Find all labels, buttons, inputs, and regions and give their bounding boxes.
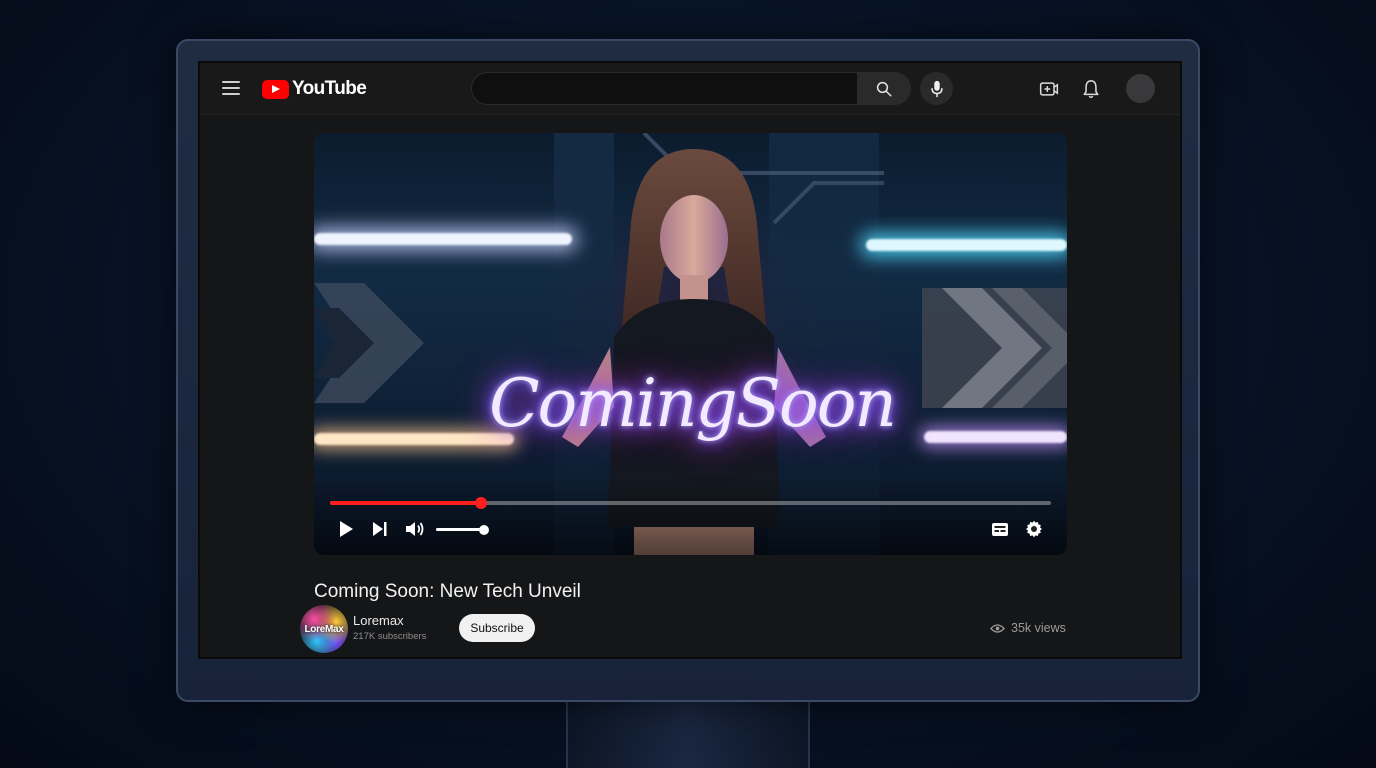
youtube-logo[interactable]: YouTube: [262, 78, 367, 100]
skip-next-icon: [373, 522, 387, 536]
subtitles-icon: [992, 522, 1008, 536]
volume-slider[interactable]: [436, 524, 489, 535]
bell-icon[interactable]: [1080, 78, 1102, 100]
background-chevron-graphic: [314, 283, 424, 403]
subtitles-button[interactable]: [990, 519, 1010, 539]
play-button[interactable]: [336, 519, 356, 539]
neon-sign-text: ComingSoon: [489, 365, 897, 442]
channel-avatar[interactable]: LoreMax: [300, 605, 348, 653]
volume-slider-handle[interactable]: [478, 524, 489, 535]
channel-name[interactable]: Loremax: [353, 613, 404, 628]
menu-icon[interactable]: [222, 81, 240, 95]
next-button[interactable]: [370, 519, 390, 539]
search-bar: [471, 72, 911, 105]
video-title: Coming Soon: New Tech Unveil: [314, 581, 581, 602]
top-bar: YouTube: [200, 63, 1180, 115]
volume-icon: [406, 522, 424, 536]
voice-search-button[interactable]: [920, 72, 953, 105]
view-count: 35k views: [990, 621, 1066, 635]
progress-bar[interactable]: [330, 497, 1051, 509]
search-icon: [876, 81, 892, 96]
neon-light-tube: [866, 239, 1067, 251]
gear-icon: [1026, 520, 1042, 538]
subscriber-count: 217K subscribers: [353, 631, 427, 642]
progress-bar-played: [330, 501, 482, 505]
subscribe-button[interactable]: Subscribe: [459, 614, 535, 642]
view-count-text: 35k views: [1011, 621, 1066, 635]
neon-light-tube: [314, 233, 572, 245]
monitor-frame: YouTube ComingSoon Coming Soon: New Tech…: [176, 39, 1200, 702]
screen: YouTube ComingSoon Coming Soon: New Tech…: [198, 61, 1182, 659]
player-controls-gradient: [314, 475, 1067, 555]
youtube-play-logo-icon: [262, 79, 289, 99]
eye-icon: [990, 623, 1005, 633]
create-icon[interactable]: [1038, 78, 1060, 100]
channel-avatar-logo-text: LoreMax: [304, 623, 344, 635]
background-chevron-graphic: [922, 288, 1067, 408]
play-icon: [340, 521, 353, 537]
search-input[interactable]: [471, 72, 857, 105]
account-avatar[interactable]: [1126, 74, 1155, 103]
volume-level: [436, 528, 484, 531]
video-player[interactable]: ComingSoon: [314, 133, 1067, 555]
monitor-stand: [566, 700, 810, 768]
neon-light-tube: [924, 431, 1067, 443]
logo-text: YouTube: [292, 78, 367, 99]
mute-button[interactable]: [404, 519, 426, 539]
settings-button[interactable]: [1024, 519, 1044, 539]
mic-icon: [930, 80, 943, 97]
search-button[interactable]: [857, 72, 911, 105]
